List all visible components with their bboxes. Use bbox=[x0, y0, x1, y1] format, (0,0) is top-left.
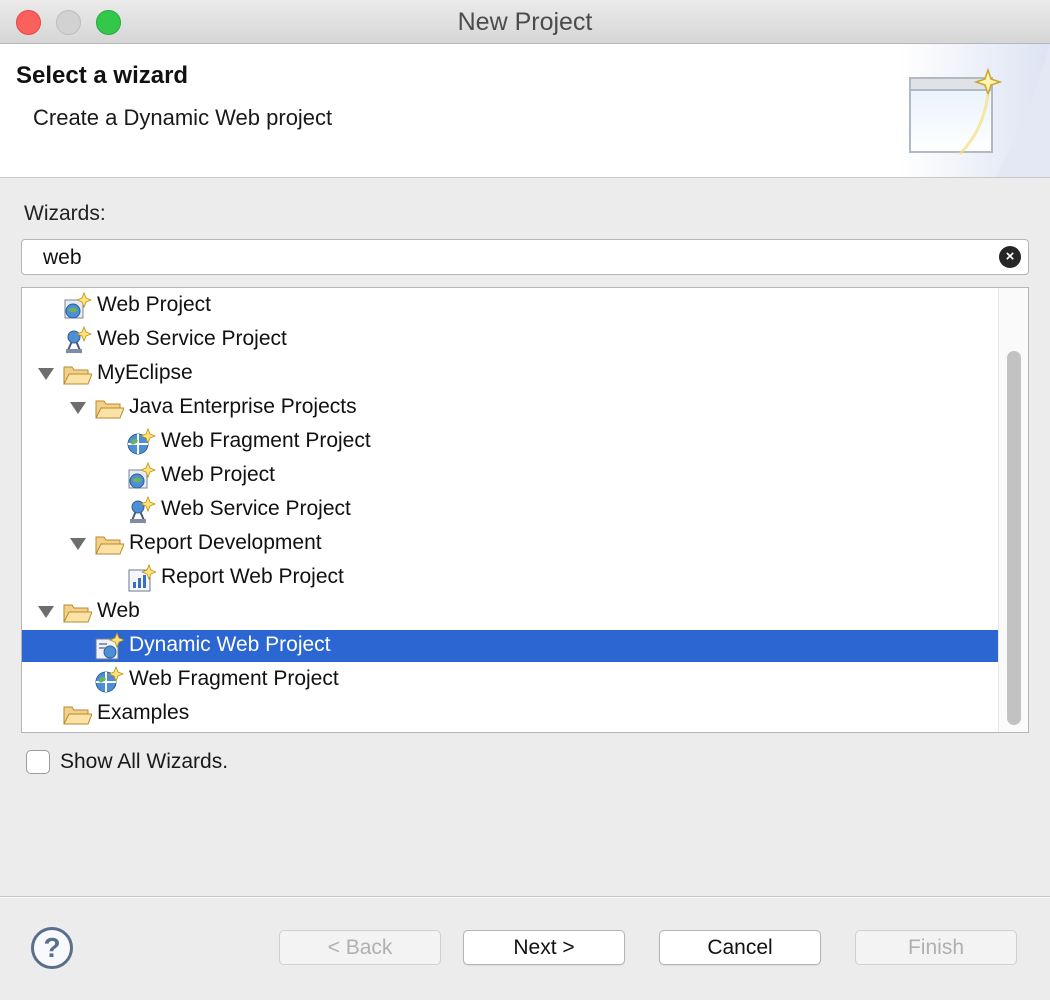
folder-open-icon bbox=[63, 706, 92, 725]
web-fragment-icon bbox=[127, 428, 156, 455]
tree-item-web-fragment-project[interactable]: Web Fragment Project bbox=[22, 426, 998, 458]
window-title: New Project bbox=[457, 8, 593, 36]
tree-item-dynamic-web-project[interactable]: Dynamic Web Project bbox=[22, 630, 998, 662]
tree-item-label: Web Project bbox=[97, 293, 211, 316]
footer-divider-highlight bbox=[0, 897, 1050, 898]
expand-toggle-icon[interactable] bbox=[38, 606, 54, 618]
wizard-tree[interactable]: Web Project Web Service Project MyEclips… bbox=[21, 287, 1029, 733]
clear-filter-icon[interactable]: × bbox=[999, 246, 1021, 268]
folder-open-icon bbox=[95, 536, 124, 555]
window-titlebar: New Project bbox=[0, 0, 1050, 44]
web-project-icon bbox=[128, 462, 156, 489]
tree-item-report-web-project[interactable]: Report Web Project bbox=[22, 562, 998, 594]
tree-item-label: Dynamic Web Project bbox=[129, 633, 331, 656]
page-title: Select a wizard bbox=[16, 62, 189, 89]
dynamic-web-project-icon bbox=[95, 632, 124, 660]
wizard-banner-icon bbox=[900, 44, 1050, 177]
page-description: Create a Dynamic Web project bbox=[33, 105, 333, 130]
folder-open-icon bbox=[63, 604, 92, 623]
show-all-wizards-label[interactable]: Show All Wizards. bbox=[60, 750, 228, 774]
report-project-icon bbox=[128, 564, 156, 592]
tree-item-label: Report Web Project bbox=[161, 565, 344, 588]
tree-item-web-project[interactable]: Web Project bbox=[22, 290, 998, 322]
scrollbar-thumb[interactable] bbox=[1007, 351, 1021, 725]
web-service-icon bbox=[130, 496, 156, 524]
tree-item-web-service-project[interactable]: Web Service Project bbox=[22, 324, 998, 356]
tree-item-label: Web bbox=[97, 599, 140, 622]
cancel-button[interactable]: Cancel bbox=[659, 930, 821, 965]
tree-item-label: Java Enterprise Projects bbox=[129, 395, 357, 418]
tree-item-report-development[interactable]: Report Development bbox=[22, 528, 998, 560]
tree-item-web[interactable]: Web bbox=[22, 596, 998, 628]
wizard-filter-input[interactable]: web × bbox=[21, 239, 1029, 275]
tree-item-web-service-project-myeclipse[interactable]: Web Service Project bbox=[22, 494, 998, 526]
tree-item-label: Web Fragment Project bbox=[161, 429, 371, 452]
tree-item-label: MyEclipse bbox=[97, 361, 193, 384]
tree-item-examples[interactable]: Examples bbox=[22, 698, 998, 730]
folder-open-icon bbox=[95, 400, 124, 419]
tree-item-label: Web Service Project bbox=[97, 327, 287, 350]
tree-item-myeclipse[interactable]: MyEclipse bbox=[22, 358, 998, 390]
folder-open-icon bbox=[63, 366, 92, 385]
expand-toggle-icon[interactable] bbox=[38, 368, 54, 380]
web-fragment-icon bbox=[95, 666, 124, 693]
next-button[interactable]: Next > bbox=[463, 930, 625, 965]
tree-item-web-fragment-project-web[interactable]: Web Fragment Project bbox=[22, 664, 998, 696]
show-all-wizards-checkbox[interactable] bbox=[26, 750, 50, 774]
wizards-label: Wizards: bbox=[24, 202, 106, 225]
wizard-header: Select a wizard Create a Dynamic Web pro… bbox=[0, 44, 1050, 178]
tree-item-label: Report Development bbox=[129, 531, 322, 554]
web-project-icon bbox=[64, 292, 92, 319]
web-service-icon bbox=[66, 326, 92, 354]
filter-value: web bbox=[43, 246, 82, 269]
back-button[interactable]: < Back bbox=[279, 930, 441, 965]
expand-toggle-icon[interactable] bbox=[70, 402, 86, 414]
tree-item-label: Web Fragment Project bbox=[129, 667, 339, 690]
tree-scrollbar[interactable] bbox=[998, 288, 1028, 732]
expand-toggle-icon[interactable] bbox=[70, 538, 86, 550]
tree-item-label: Web Project bbox=[161, 463, 275, 486]
help-icon[interactable]: ? bbox=[31, 927, 73, 969]
tree-item-label: Web Service Project bbox=[161, 497, 351, 520]
tree-item-java-enterprise-projects[interactable]: Java Enterprise Projects bbox=[22, 392, 998, 424]
finish-button[interactable]: Finish bbox=[855, 930, 1017, 965]
tree-item-web-project-myeclipse[interactable]: Web Project bbox=[22, 460, 998, 492]
tree-item-label: Examples bbox=[97, 701, 190, 724]
